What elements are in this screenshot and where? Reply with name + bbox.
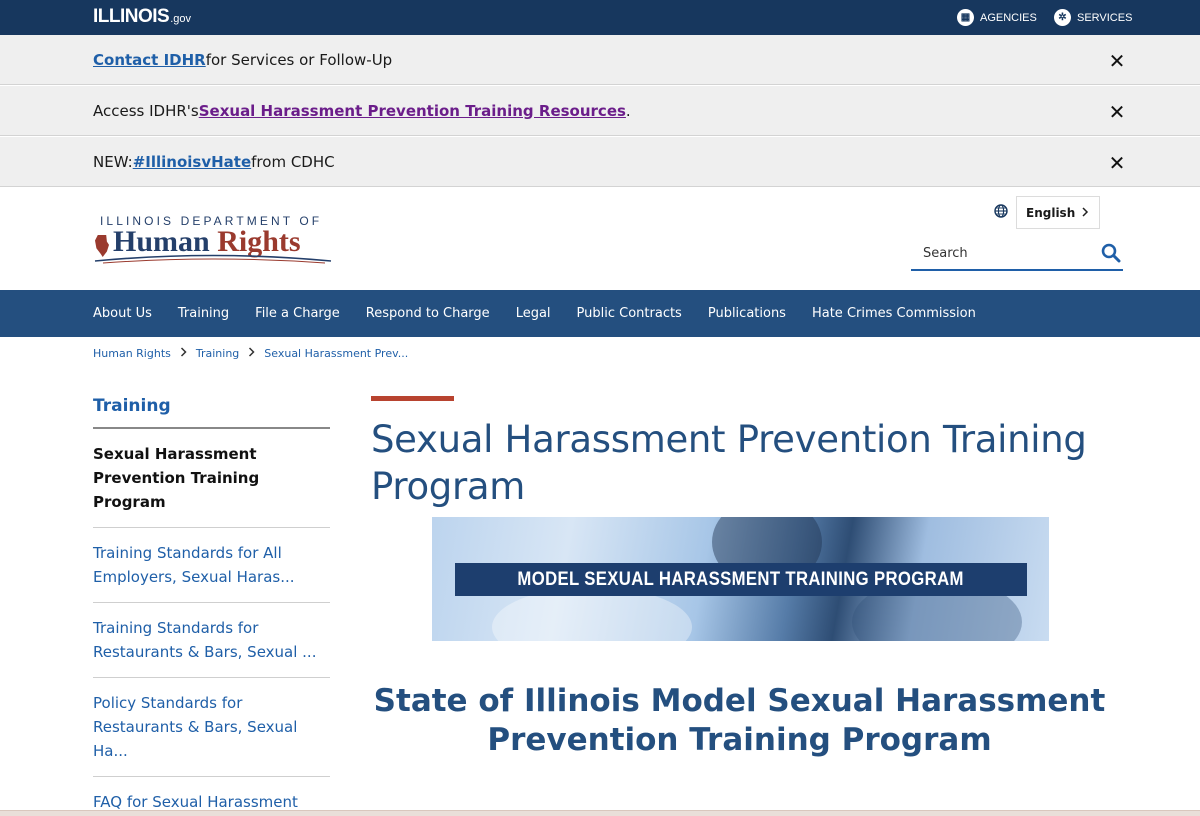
sidebar-item-policy-standards-restaurants[interactable]: Policy Standards for Restaurants & Bars,… bbox=[93, 678, 330, 777]
breadcrumb: Human Rights Training Sexual Harassment … bbox=[93, 347, 408, 360]
sidebar-item-training-standards-restaurants[interactable]: Training Standards for Restaurants & Bar… bbox=[93, 603, 330, 678]
breadcrumb-item-training[interactable]: Training bbox=[196, 347, 239, 360]
alert-text-before: NEW: bbox=[93, 152, 133, 171]
globe-icon bbox=[994, 203, 1008, 222]
search-input[interactable] bbox=[923, 246, 1083, 261]
logo-swoosh bbox=[94, 254, 332, 264]
language-dropdown[interactable]: English bbox=[1016, 196, 1100, 229]
chevron-right-icon bbox=[248, 347, 255, 360]
nav-file-a-charge[interactable]: File a Charge bbox=[255, 306, 340, 321]
alert-link-illinois-v-hate[interactable]: #IllinoisvHate bbox=[133, 153, 251, 171]
alert-text-after: for Services or Follow-Up bbox=[205, 50, 393, 69]
alert-contact: Contact IDHR for Services or Follow-Up ✕ bbox=[0, 35, 1200, 85]
language-selector: English bbox=[994, 196, 1100, 229]
main-nav: About Us Training File a Charge Respond … bbox=[0, 290, 1200, 337]
page-bottom-edge bbox=[0, 810, 1200, 816]
close-icon[interactable]: ✕ bbox=[1108, 151, 1126, 175]
illinois-gov-bar: ILLINOIS.gov ▦ AGENCIES ✲ SERVICES bbox=[0, 0, 1200, 35]
alert-illinois-v-hate: NEW: #IllinoisvHate from CDHC ✕ bbox=[0, 137, 1200, 187]
agencies-label: AGENCIES bbox=[980, 11, 1037, 24]
banner-text: MODEL SEXUAL HARASSMENT TRAINING PROGRAM bbox=[517, 568, 965, 590]
sidebar-item-sexual-harassment-prevention[interactable]: Sexual Harassment Prevention Training Pr… bbox=[93, 429, 330, 528]
training-banner-image: MODEL SEXUAL HARASSMENT TRAINING PROGRAM bbox=[432, 517, 1049, 641]
services-label: SERVICES bbox=[1077, 11, 1133, 24]
alert-link-training-resources[interactable]: Sexual Harassment Prevention Training Re… bbox=[199, 102, 626, 120]
nav-legal[interactable]: Legal bbox=[516, 306, 551, 321]
banner-strip: MODEL SEXUAL HARASSMENT TRAINING PROGRAM bbox=[455, 563, 1027, 596]
breadcrumb-item-human-rights[interactable]: Human Rights bbox=[93, 347, 171, 360]
building-icon: ▦ bbox=[957, 9, 974, 26]
alert-training-resources: Access IDHR's Sexual Harassment Preventi… bbox=[0, 86, 1200, 136]
sidebar-title[interactable]: Training bbox=[93, 396, 330, 429]
nav-public-contracts[interactable]: Public Contracts bbox=[577, 306, 682, 321]
sidebar-item-training-standards-all-employers[interactable]: Training Standards for All Employers, Se… bbox=[93, 528, 330, 603]
close-icon[interactable]: ✕ bbox=[1108, 49, 1126, 73]
section-subtitle: State of Illinois Model Sexual Harassmen… bbox=[373, 683, 1106, 758]
nav-training[interactable]: Training bbox=[178, 306, 229, 321]
gears-icon: ✲ bbox=[1054, 9, 1071, 26]
alert-link-contact[interactable]: Contact IDHR bbox=[93, 51, 206, 69]
brand-suffix: .gov bbox=[170, 13, 192, 25]
close-icon[interactable]: ✕ bbox=[1108, 100, 1126, 124]
site-header: ILLINOIS DEPARTMENT OF Human Rights Engl… bbox=[0, 188, 1200, 290]
language-label: English bbox=[1026, 205, 1076, 220]
illinois-gov-logo[interactable]: ILLINOIS.gov bbox=[93, 6, 191, 28]
page-title: Sexual Harassment Prevention Training Pr… bbox=[371, 418, 1087, 508]
alert-text-after: from CDHC bbox=[251, 152, 335, 171]
title-accent-bar bbox=[371, 396, 454, 401]
nav-publications[interactable]: Publications bbox=[708, 306, 786, 321]
search-icon[interactable] bbox=[1101, 243, 1123, 265]
nav-hate-crimes-commission[interactable]: Hate Crimes Commission bbox=[812, 306, 976, 321]
main-content: Sexual Harassment Prevention Training Pr… bbox=[371, 396, 1131, 758]
services-link[interactable]: ✲ SERVICES bbox=[1054, 9, 1132, 26]
alert-text-before: Access IDHR's bbox=[93, 101, 199, 120]
nav-about-us[interactable]: About Us bbox=[93, 306, 152, 321]
chevron-right-icon bbox=[180, 347, 187, 360]
search-box bbox=[911, 238, 1123, 271]
sidebar-nav: Training Sexual Harassment Prevention Tr… bbox=[93, 396, 330, 816]
alert-text-after: . bbox=[625, 101, 631, 120]
agencies-link[interactable]: ▦ AGENCIES bbox=[957, 9, 1037, 26]
chevron-right-icon bbox=[1081, 206, 1089, 220]
idhr-logo[interactable]: ILLINOIS DEPARTMENT OF Human Rights bbox=[93, 214, 333, 264]
nav-respond-to-charge[interactable]: Respond to Charge bbox=[366, 306, 490, 321]
brand-text: ILLINOIS bbox=[93, 6, 170, 27]
breadcrumb-item-current[interactable]: Sexual Harassment Prev... bbox=[264, 347, 408, 360]
